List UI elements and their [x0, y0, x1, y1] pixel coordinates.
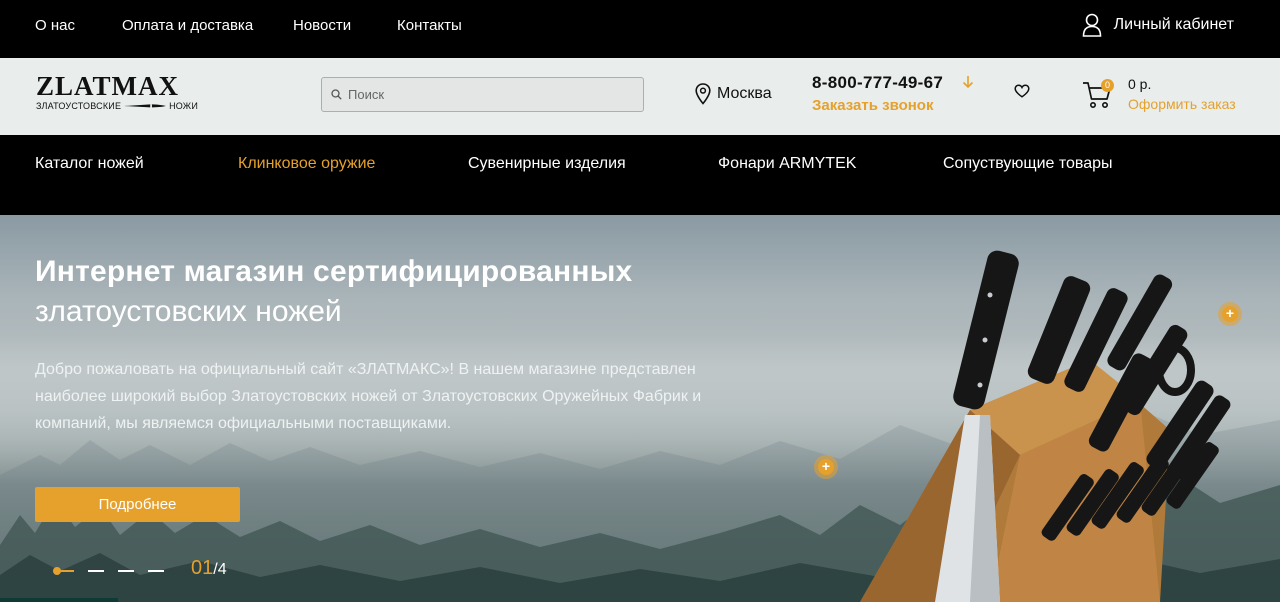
heart-icon[interactable] — [1014, 84, 1030, 98]
hero-description: Добро пожаловать на официальный сайт «ЗЛ… — [35, 361, 702, 432]
nav-link-payment-delivery[interactable]: Оплата и доставка — [122, 17, 253, 34]
phone-number[interactable]: 8-800-777-49-67 — [812, 73, 943, 93]
top-bar: О нас Оплата и доставка Новости Контакты… — [0, 0, 1280, 58]
category-knife-catalog[interactable]: Каталог ножей — [35, 155, 144, 173]
nav-link-news[interactable]: Новости — [293, 17, 351, 34]
city-name: Москва — [717, 85, 772, 102]
hero-title-bold: Интернет магазин сертифицированных — [35, 255, 633, 288]
hero-title-light: златоустовских ножей — [35, 295, 342, 328]
slider-dot-1[interactable] — [52, 564, 76, 578]
category-bladed-weapons[interactable]: Клинковое оружие — [238, 155, 375, 173]
knife-block-image — [860, 250, 1231, 602]
category-related-goods[interactable]: Сопуствующие товары — [943, 155, 1113, 173]
header: ZLATMAX ЗЛАТОУСТОВСКИЕ НОЖИ Москва 8-800… — [0, 58, 1280, 135]
logo-subtitle: ЗЛАТОУСТОВСКИЕ НОЖИ — [36, 101, 198, 111]
checkout-link[interactable]: Оформить заказ — [1128, 96, 1236, 112]
user-icon — [1082, 13, 1101, 37]
cart-sum: 0 р. — [1128, 76, 1152, 92]
logo-word: ZLATMAX — [36, 71, 180, 101]
hotspot-plus-2[interactable]: + — [814, 455, 838, 479]
nav-link-about[interactable]: О нас — [35, 17, 75, 34]
hotspot-plus-1[interactable]: + — [1218, 302, 1242, 326]
slide-current: 01 — [191, 557, 214, 579]
slider-dot-3[interactable] — [118, 570, 134, 572]
search-icon — [331, 89, 342, 100]
category-armytek-flashlights[interactable]: Фонари ARMYTEK — [718, 155, 856, 173]
location-pin-icon — [695, 83, 711, 105]
knife-logo-icon — [124, 104, 167, 108]
search-input[interactable] — [348, 87, 638, 102]
slide-counter: 01/4 — [191, 557, 227, 580]
logo-sub-left: ЗЛАТОУСТОВСКИЕ — [36, 101, 122, 111]
nav-link-contacts[interactable]: Контакты — [397, 17, 462, 34]
callback-link[interactable]: Заказать звонок — [812, 97, 933, 114]
slider-dot-2[interactable] — [88, 570, 104, 572]
logo-sub-right: НОЖИ — [169, 101, 198, 111]
search-box[interactable] — [321, 77, 644, 112]
plus-icon: + — [1225, 305, 1235, 321]
account-link[interactable]: Личный кабинет — [1082, 13, 1234, 37]
account-label: Личный кабинет — [1113, 16, 1234, 33]
category-souvenirs[interactable]: Сувенирные изделия — [468, 155, 626, 173]
hero-slider: Интернет магазин сертифицированных злато… — [0, 215, 1280, 602]
arrow-down-icon[interactable] — [962, 75, 974, 89]
more-button[interactable]: Подробнее — [35, 487, 240, 522]
logo[interactable]: ZLATMAX ЗЛАТОУСТОВСКИЕ НОЖИ — [36, 72, 198, 116]
slider-dot-4[interactable] — [148, 570, 164, 572]
category-nav: Каталог ножей Клинковое оружие Сувенирны… — [0, 135, 1280, 215]
slide-total: /4 — [213, 561, 227, 578]
plus-icon: + — [821, 458, 831, 474]
cart-count-badge: 0 — [1101, 79, 1114, 92]
bottom-strip — [0, 598, 118, 602]
city-selector[interactable]: Москва — [695, 83, 772, 105]
